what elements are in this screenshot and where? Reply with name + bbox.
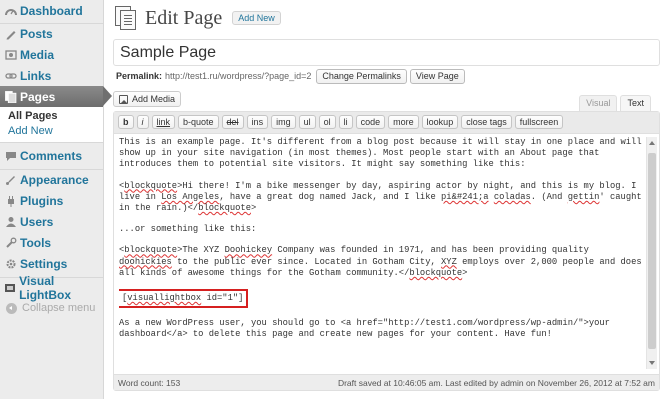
- plugins-icon: [4, 194, 17, 207]
- menu-posts[interactable]: Posts: [0, 23, 103, 44]
- menu-label: Dashboard: [20, 3, 83, 18]
- qt-bold-button[interactable]: b: [118, 115, 134, 129]
- posts-icon: [4, 28, 17, 41]
- qt-blockquote-button[interactable]: b-quote: [178, 115, 219, 129]
- menu-settings[interactable]: Settings: [0, 253, 103, 274]
- qt-lookup-button[interactable]: lookup: [421, 115, 459, 129]
- menu-label: Appearance: [20, 173, 89, 187]
- content-textarea[interactable]: This is an example page. It's different …: [119, 137, 644, 370]
- qt-more-button[interactable]: more: [388, 115, 419, 129]
- qt-italic-button[interactable]: i: [136, 115, 149, 129]
- page-title: Edit Page: [145, 6, 223, 29]
- menu-pages[interactable]: Pages: [0, 86, 112, 107]
- qt-fullscreen-button[interactable]: fullscreen: [514, 115, 564, 129]
- appearance-icon: [4, 174, 17, 187]
- scroll-down-icon[interactable]: [649, 361, 655, 365]
- menu-visual-lightbox[interactable]: Visual LightBox: [0, 274, 103, 302]
- change-permalinks-button[interactable]: Change Permalinks: [316, 68, 407, 84]
- content-paragraph: [visuallightbox id="1"]: [119, 289, 644, 309]
- tab-visual[interactable]: Visual: [579, 95, 618, 111]
- menu-label: Settings: [20, 256, 68, 271]
- users-icon: [4, 215, 17, 228]
- draft-status: Draft saved at 10:46:05 am. Last edited …: [337, 377, 655, 388]
- quicktags-toolbar: b i link b-quote del ins img ul ol li co…: [114, 112, 659, 134]
- menu-comments[interactable]: Comments: [0, 145, 103, 166]
- submenu-add-new[interactable]: Add New: [0, 124, 103, 139]
- menu-label: Media: [20, 47, 55, 62]
- content-paragraph: <blockquote>Hi there! I'm a bike messeng…: [119, 180, 642, 214]
- permalink-row: Permalink: http://test1.ru/wordpress/?pa…: [116, 68, 468, 84]
- content-paragraph: This is an example page. It's different …: [119, 137, 642, 170]
- menu-label: Plugins: [20, 193, 64, 208]
- add-media-label: Add Media: [132, 94, 176, 104]
- scroll-thumb[interactable]: [648, 153, 656, 349]
- qt-del-button[interactable]: del: [221, 115, 244, 129]
- word-count: Word count: 153: [118, 377, 181, 388]
- menu-appearance[interactable]: Appearance: [0, 169, 103, 190]
- qt-link-button[interactable]: link: [151, 115, 176, 129]
- main-content: Edit Page Add New Sample Page Permalink:…: [105, 0, 661, 399]
- menu-tools[interactable]: Tools: [0, 232, 103, 253]
- submenu-all-pages[interactable]: All Pages: [0, 109, 103, 124]
- pages-submenu: All Pages Add New: [0, 107, 103, 143]
- qt-ol-button[interactable]: ol: [318, 115, 336, 129]
- menu-label: Visual LightBox: [19, 274, 72, 302]
- text-editor: b i link b-quote del ins img ul ol li co…: [113, 111, 660, 391]
- content-paragraph: ...or something like this:: [119, 224, 257, 235]
- comments-icon: [4, 149, 17, 162]
- post-title-input[interactable]: Sample Page: [113, 39, 660, 66]
- collapse-label: Collapse menu: [22, 302, 96, 314]
- content-paragraph: As a new WordPress user, you should go t…: [119, 318, 610, 340]
- menu-dashboard[interactable]: Dashboard: [0, 0, 103, 21]
- add-media-button[interactable]: Add Media: [113, 91, 182, 107]
- editor-tabs: Visual Text: [576, 95, 651, 111]
- admin-sidebar: Dashboard Posts Media Links Pages All Pa…: [0, 0, 112, 399]
- qt-li-button[interactable]: li: [338, 115, 353, 129]
- permalink-url[interactable]: http://test1.ru/wordpress/?page_id=2: [165, 71, 311, 81]
- menu-plugins[interactable]: Plugins: [0, 190, 103, 211]
- editor-status-bar: Word count: 153 Draft saved at 10:46:05 …: [114, 374, 659, 390]
- media-upload-icon: [119, 94, 128, 104]
- page-header: Edit Page Add New: [115, 6, 281, 30]
- menu-users[interactable]: Users: [0, 211, 103, 232]
- media-icon: [4, 48, 17, 61]
- qt-close-tags-button[interactable]: close tags: [461, 115, 512, 129]
- add-new-button[interactable]: Add New: [232, 11, 281, 25]
- links-icon: [4, 69, 17, 82]
- menu-label: Posts: [20, 27, 53, 41]
- scroll-up-icon[interactable]: [649, 141, 655, 145]
- menu-label: Tools: [20, 235, 52, 250]
- settings-icon: [4, 257, 17, 270]
- edit-page-icon: [115, 6, 137, 30]
- collapse-arrow-icon: [6, 302, 17, 314]
- editor-scrollbar[interactable]: [646, 137, 657, 369]
- permalink-label: Permalink:: [116, 71, 163, 81]
- lightbox-icon: [4, 282, 16, 295]
- qt-code-button[interactable]: code: [355, 115, 386, 129]
- dashboard-icon: [4, 4, 17, 17]
- qt-img-button[interactable]: img: [271, 115, 296, 129]
- content-paragraph: <blockquote>The XYZ Doohickey Company wa…: [119, 245, 642, 278]
- menu-label: Users: [20, 214, 54, 229]
- menu-label: Pages: [20, 89, 56, 104]
- tools-icon: [4, 236, 17, 249]
- view-page-button[interactable]: View Page: [409, 68, 465, 84]
- pages-icon: [4, 90, 17, 103]
- menu-links[interactable]: Links: [0, 65, 103, 86]
- tab-text[interactable]: Text: [620, 95, 651, 111]
- menu-label: Links: [20, 68, 52, 83]
- qt-ul-button[interactable]: ul: [298, 115, 316, 129]
- qt-ins-button[interactable]: ins: [246, 115, 269, 129]
- menu-media[interactable]: Media: [0, 44, 103, 65]
- menu-label: Comments: [20, 148, 83, 163]
- visuallightbox-shortcode: [visuallightbox id="1"]: [119, 289, 249, 309]
